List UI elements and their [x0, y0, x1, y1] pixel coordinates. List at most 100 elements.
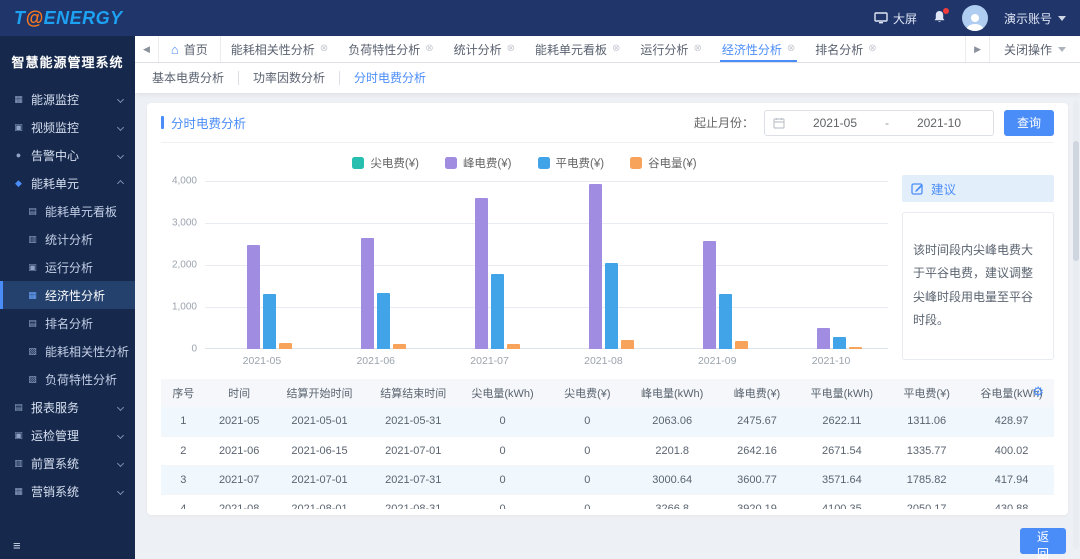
tab-7[interactable]: 排名分析 ⊗	[805, 36, 886, 62]
tab-close-icon[interactable]: ⊗	[320, 44, 328, 54]
table-scroll[interactable]: 序号 时间 结算开始时间 结算结束时间 尖电量(kWh) 尖电费(¥) 峰电量(kWh) 峰电…	[161, 379, 1054, 509]
sidebar-item-label: 经济性分析	[45, 288, 106, 303]
bar-谷电量(¥)[interactable]	[734, 340, 748, 349]
tab-3[interactable]: 统计分析 ⊗	[444, 36, 525, 62]
bar-平电费(¥)[interactable]	[832, 337, 846, 349]
sidebar-collapse-icon[interactable]: ≡	[13, 538, 21, 553]
stats-icon: ▥	[28, 233, 37, 244]
chevron-down-icon	[116, 431, 125, 439]
table-row[interactable]: 2 2021-06 2021-06-15 2021-07-01 0 0 2201.8 2642…	[161, 436, 1054, 465]
tabs-scroll-left-icon[interactable]: ◀	[135, 36, 159, 62]
bar-峰电费(¥)[interactable]	[588, 184, 602, 349]
subtab-2[interactable]: 功率因数分析	[239, 71, 341, 85]
scrollbar-thumb[interactable]	[1073, 141, 1079, 261]
home-icon: ⌂	[170, 41, 179, 57]
sidebar-item-energy-unit[interactable]: ◆ 能耗单元	[0, 169, 135, 197]
avatar[interactable]	[961, 5, 988, 31]
sidebar-item-label: 能耗单元	[31, 176, 80, 191]
subtab-1[interactable]: 基本电费分析	[135, 71, 240, 85]
bar-峰电费(¥)[interactable]	[702, 241, 716, 349]
sidebar-item-inspection-mgmt[interactable]: ▣ 运检管理	[0, 421, 135, 449]
date-range-input[interactable]: 2021-05 - 2021-10	[763, 109, 994, 136]
table-cell: 3920.19	[737, 502, 777, 510]
sidebar-menu: ▦ 能源监控 ▣ 视频监控 ● 告警中心 ◆ 能耗单元 ▤ 能耗单元看板 ▥ 统计分析 ▣ 运行分析 ▦ 经济…	[0, 85, 135, 505]
legend-item[interactable]: 峰电费(¥)	[444, 155, 512, 171]
tab-close-icon[interactable]: ⊗	[507, 44, 515, 54]
table-cell: 3000.64	[652, 473, 693, 486]
tab-close-icon[interactable]: ⊗	[693, 44, 701, 54]
table-row[interactable]: 1 2021-05 2021-05-01 2021-05-31 0 0 2063.06 247…	[161, 407, 1054, 436]
sidebar-item-stat-analysis[interactable]: ▥ 统计分析	[0, 225, 135, 253]
bar-平电费(¥)[interactable]	[377, 292, 391, 349]
back-button[interactable]: 返回	[1020, 528, 1066, 559]
close-operations-menu[interactable]: 关闭操作	[988, 36, 1080, 62]
tab-close-icon[interactable]: ⊗	[787, 44, 795, 54]
sidebar-item-report-service[interactable]: ▤ 报表服务	[0, 393, 135, 421]
date-start-value[interactable]: 2021-05	[789, 116, 881, 130]
table-cell: 2021-07-01	[291, 473, 348, 486]
rank-icon: ▤	[28, 317, 37, 328]
sidebar-item-run-analysis[interactable]: ▣ 运行分析	[0, 253, 135, 281]
bar-平电费(¥)[interactable]	[718, 293, 732, 349]
tabs-scroll-right-icon[interactable]: ▶	[965, 36, 989, 62]
sidebar-item-marketing-system[interactable]: ▦ 营销系统	[0, 477, 135, 505]
tab-close-icon[interactable]: ⊗	[612, 44, 620, 54]
table-row[interactable]: 4 2021-08 2021-08-01 2021-08-31 0 0 3266.8 3920…	[161, 494, 1054, 510]
chevron-down-icon	[116, 487, 125, 495]
sidebar-item-front-system[interactable]: ▥ 前置系统	[0, 449, 135, 477]
calendar-icon	[773, 117, 785, 129]
query-button[interactable]: 查询	[1003, 109, 1054, 136]
sidebar-item-economy-analysis[interactable]: ▦ 经济性分析	[0, 281, 135, 309]
bar-谷电量(¥)[interactable]	[620, 340, 634, 349]
scrollbar-track[interactable]	[1073, 101, 1079, 549]
date-end-value[interactable]: 2021-10	[893, 116, 985, 130]
tab-close-icon[interactable]: ⊗	[868, 44, 876, 54]
bar-峰电费(¥)[interactable]	[247, 245, 261, 349]
legend-item[interactable]: 谷电量(¥)	[630, 155, 697, 171]
app-root: T@ENERGY 大屏 演示账号 智慧能源管理系统 ▦ 能源监控 ▣ 视频监控 ● 告警中…	[0, 0, 1080, 559]
bar-峰电费(¥)[interactable]	[361, 238, 375, 349]
bar-平电费(¥)[interactable]	[263, 293, 277, 349]
bar-谷电量(¥)[interactable]	[393, 343, 407, 349]
sidebar-item-label: 营销系统	[31, 484, 80, 499]
bar-谷电量(¥)[interactable]	[848, 346, 862, 349]
account-menu[interactable]: 演示账号	[1004, 10, 1066, 27]
sidebar-item-alarm-center[interactable]: ● 告警中心	[0, 141, 135, 169]
legend-item[interactable]: 尖电费(¥)	[352, 155, 419, 171]
big-screen-button[interactable]: 大屏	[874, 10, 917, 27]
table-cell: 2475.67	[737, 415, 777, 428]
tab-label: 运行分析	[640, 42, 689, 57]
table-settings-gear-icon[interactable]: ⚙	[1032, 385, 1044, 398]
legend-item[interactable]: 平电费(¥)	[537, 155, 604, 171]
notification-bell-icon[interactable]	[933, 7, 949, 27]
subtab-3[interactable]: 分时电费分析	[340, 71, 440, 85]
sidebar-item-correlation-analysis[interactable]: ▧ 能耗相关性分析	[0, 337, 135, 365]
monitor-icon: ▦	[14, 93, 23, 104]
sidebar-item-energy-monitor[interactable]: ▦ 能源监控	[0, 85, 135, 113]
tab-1[interactable]: 能耗相关性分析 ⊗	[221, 36, 338, 62]
sidebar-item-load-analysis[interactable]: ▨ 负荷特性分析	[0, 365, 135, 393]
bar-平电费(¥)[interactable]	[491, 274, 505, 349]
bar-平电费(¥)[interactable]	[604, 262, 618, 349]
sidebar-item-video-monitor[interactable]: ▣ 视频监控	[0, 113, 135, 141]
bar-峰电费(¥)[interactable]	[475, 197, 489, 349]
bar-峰电费(¥)[interactable]	[816, 328, 830, 349]
tab-home[interactable]: ⌂ 首页	[159, 36, 221, 62]
suggestion-header: 建议	[902, 175, 1054, 202]
sidebar-item-label: 报表服务	[31, 400, 80, 415]
sidebar-item-unit-board[interactable]: ▤ 能耗单元看板	[0, 197, 135, 225]
tab-4[interactable]: 能耗单元看板 ⊗	[525, 36, 630, 62]
tab-close-icon[interactable]: ⊗	[425, 44, 433, 54]
bar-谷电量(¥)[interactable]	[279, 343, 293, 349]
chevron-down-icon	[1058, 46, 1066, 52]
bar-谷电量(¥)[interactable]	[507, 343, 521, 349]
table-row[interactable]: 3 2021-07 2021-07-01 2021-07-31 0 0 3000.64 360…	[161, 465, 1054, 494]
tab-5[interactable]: 运行分析 ⊗	[630, 36, 711, 62]
tab-6[interactable]: 经济性分析 ⊗	[712, 36, 805, 62]
tab-2[interactable]: 负荷特性分析 ⊗	[338, 36, 443, 62]
table-cell: 1311.06	[907, 415, 947, 428]
edit-icon	[911, 183, 923, 195]
tab-label: 统计分析	[453, 42, 502, 57]
sidebar-item-rank-analysis[interactable]: ▤ 排名分析	[0, 309, 135, 337]
sidebar-item-label: 排名分析	[45, 316, 94, 331]
